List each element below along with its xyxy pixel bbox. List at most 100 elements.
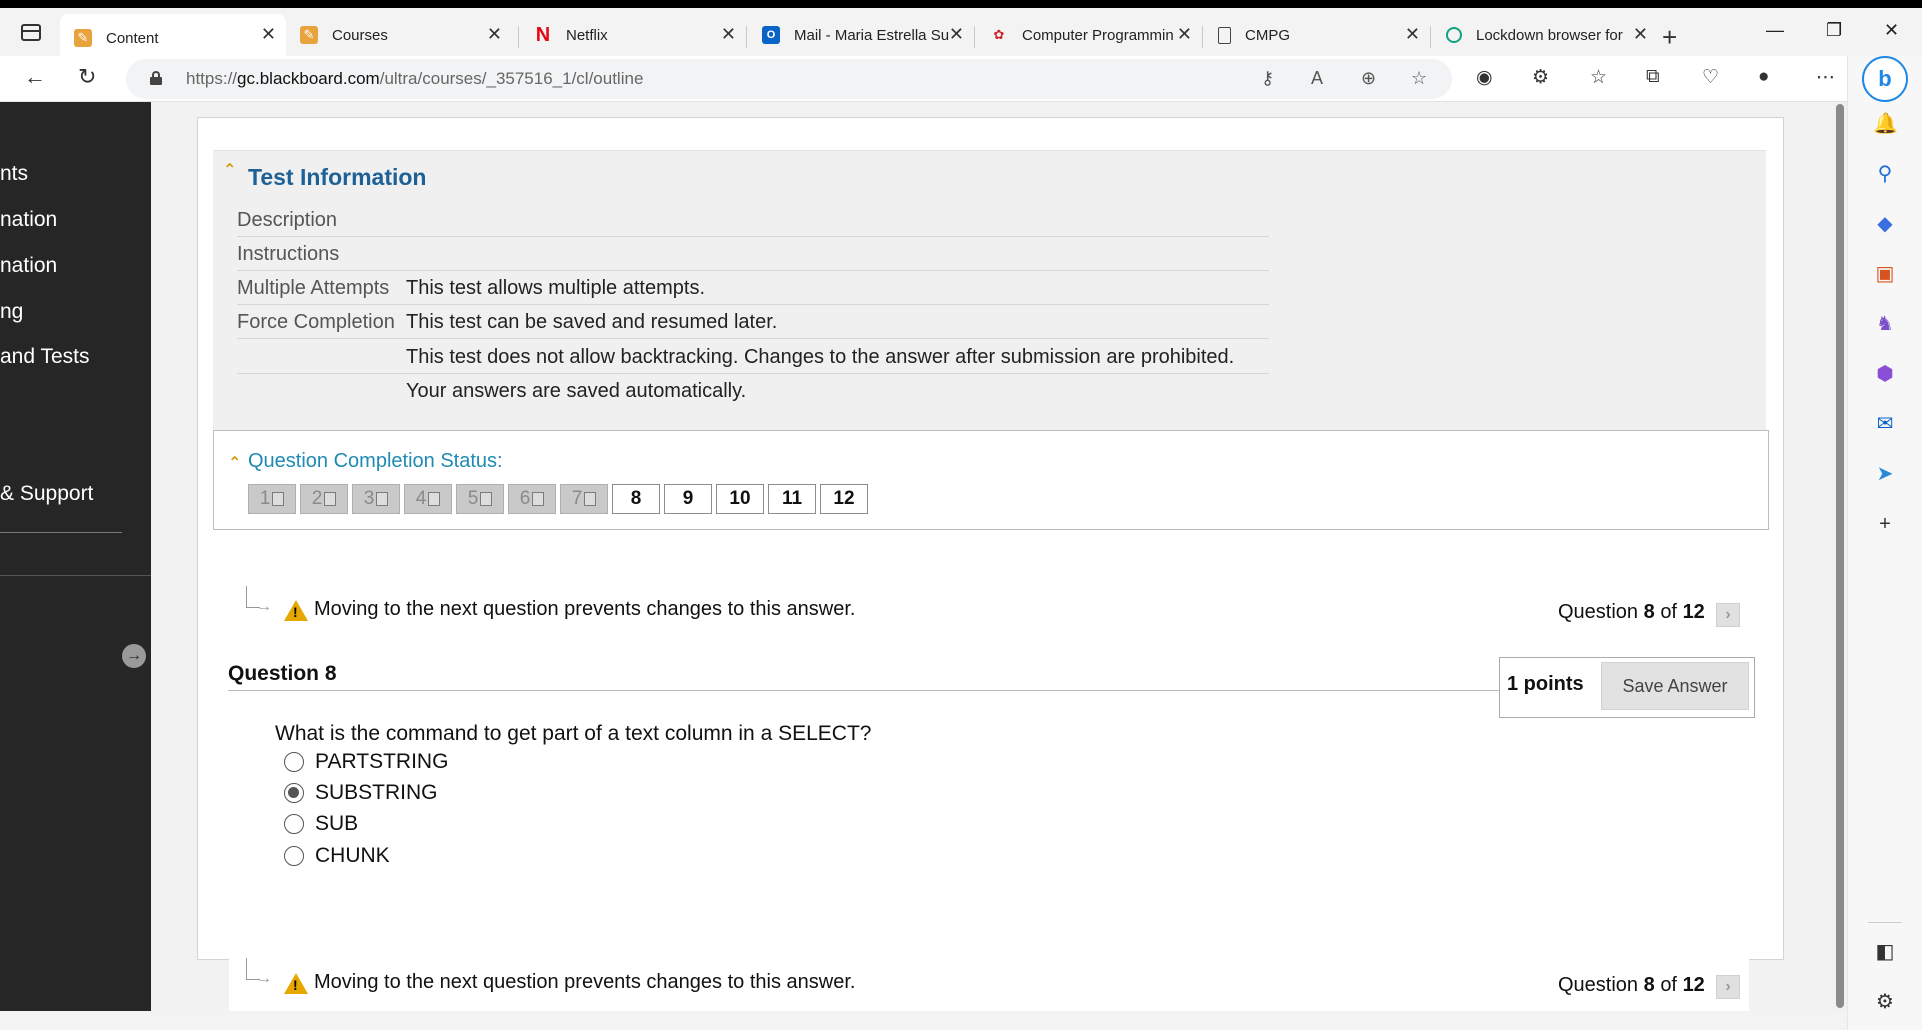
- tab-divider: [518, 26, 519, 48]
- tab-title: Netflix: [566, 26, 608, 44]
- key-icon[interactable]: ⚷: [1261, 68, 1274, 89]
- radio-button[interactable]: [284, 752, 304, 772]
- split-screen-icon[interactable]: ◧: [1873, 940, 1897, 964]
- close-tab-icon[interactable]: ✕: [721, 24, 736, 45]
- favorites-icon[interactable]: ☆: [1590, 66, 1607, 89]
- close-tab-icon[interactable]: ✕: [261, 24, 276, 45]
- notifications-bell-icon[interactable]: 🔔: [1873, 112, 1898, 136]
- tab-computer-programming[interactable]: ✿ Computer Programmin ✕: [976, 14, 1202, 56]
- test-info-row: Instructions: [237, 237, 1269, 271]
- answer-label[interactable]: PARTSTRING: [315, 750, 448, 774]
- page-scrollbar[interactable]: ▼: [1833, 102, 1847, 1025]
- microsoft-365-icon[interactable]: ⬢: [1873, 362, 1897, 386]
- collapse-chevron-icon[interactable]: ⌃: [228, 453, 241, 473]
- question-position: Question 8 of 12: [1558, 974, 1705, 996]
- tab-title: Courses: [332, 26, 388, 44]
- test-info-value: Your answers are saved automatically.: [406, 380, 747, 402]
- zoom-icon[interactable]: ⊕: [1361, 68, 1376, 89]
- question-nav-button-1[interactable]: 1: [248, 484, 296, 514]
- collections-icon[interactable]: ⧉: [1646, 66, 1660, 88]
- radio-button[interactable]: [284, 846, 304, 866]
- question-nav-button-7[interactable]: 7: [560, 484, 608, 514]
- tab-mail[interactable]: O Mail - Maria Estrella Su ✕: [748, 14, 974, 56]
- question-nav-button-11[interactable]: 11: [768, 484, 816, 514]
- next-question-icon[interactable]: ›: [1716, 603, 1740, 627]
- nav-item[interactable]: ng: [0, 300, 23, 324]
- read-aloud-icon[interactable]: A: [1311, 68, 1323, 89]
- tab-content[interactable]: ✎ Content ✕: [60, 14, 286, 62]
- answer-label[interactable]: CHUNK: [315, 844, 390, 868]
- tab-lockdown-browser[interactable]: Lockdown browser for ✕: [1432, 14, 1658, 56]
- close-window-icon[interactable]: ✕: [1884, 20, 1899, 41]
- question-nav-button-10[interactable]: 10: [716, 484, 764, 514]
- nav-item[interactable]: nts: [0, 162, 28, 186]
- course-nav: nts nation nation ng and Tests & Support…: [0, 102, 151, 1011]
- test-info-row: Multiple Attempts This test allows multi…: [237, 271, 1269, 305]
- nav-item-support[interactable]: & Support: [0, 482, 93, 506]
- tab-courses[interactable]: ✎ Courses ✕: [286, 14, 512, 56]
- question-divider: [228, 690, 1501, 691]
- tab-title: Lockdown browser for: [1476, 26, 1623, 44]
- completion-status-title[interactable]: Question Completion Status:: [248, 450, 503, 473]
- close-tab-icon[interactable]: ✕: [1633, 24, 1648, 45]
- search-icon[interactable]: ⚲: [1873, 162, 1897, 186]
- scrollbar-thumb[interactable]: [1836, 104, 1844, 1008]
- question-nav-button-8[interactable]: 8: [612, 484, 660, 514]
- back-icon[interactable]: ←: [24, 64, 46, 90]
- radio-button-selected[interactable]: [284, 783, 304, 803]
- url-text[interactable]: https://gc.blackboard.com/ultra/courses/…: [186, 69, 643, 89]
- question-nav-button-3[interactable]: 3: [352, 484, 400, 514]
- extensions-puzzle-icon[interactable]: ⚙: [1532, 66, 1549, 89]
- question-nav-button-4[interactable]: 4: [404, 484, 452, 514]
- close-tab-icon[interactable]: ✕: [487, 24, 502, 45]
- tab-divider: [1202, 26, 1203, 48]
- add-app-icon[interactable]: +: [1873, 512, 1897, 536]
- answer-label[interactable]: SUBSTRING: [315, 781, 438, 805]
- close-tab-icon[interactable]: ✕: [1177, 24, 1192, 45]
- close-tab-icon[interactable]: ✕: [1405, 24, 1420, 45]
- games-chess-icon[interactable]: ♞: [1873, 312, 1897, 336]
- question-nav-button-9[interactable]: 9: [664, 484, 712, 514]
- drop-send-icon[interactable]: ➤: [1873, 462, 1897, 486]
- refresh-icon[interactable]: ↻: [78, 64, 96, 90]
- address-bar[interactable]: https://gc.blackboard.com/ultra/courses/…: [126, 59, 1452, 99]
- netflix-favicon-icon: N: [535, 23, 551, 46]
- tab-cmpg[interactable]: CMPG ✕: [1204, 14, 1430, 56]
- browser-essentials-icon[interactable]: ♡: [1702, 66, 1719, 89]
- profile-avatar-icon[interactable]: ●: [1758, 66, 1769, 88]
- nav-item-tests[interactable]: and Tests: [0, 345, 90, 369]
- radio-button[interactable]: [284, 814, 304, 834]
- bing-copilot-icon[interactable]: b: [1862, 56, 1908, 102]
- outlook-icon[interactable]: ✉: [1873, 412, 1897, 436]
- favorite-star-icon[interactable]: ☆: [1411, 68, 1427, 89]
- tab-actions-icon[interactable]: [18, 20, 44, 46]
- lock-icon[interactable]: [150, 71, 162, 85]
- minimize-icon[interactable]: —: [1766, 20, 1784, 41]
- tab-title: Content: [106, 29, 159, 47]
- collapse-chevron-icon[interactable]: ⌃: [223, 160, 236, 180]
- test-information-title[interactable]: Test Information: [248, 164, 426, 191]
- question-nav-button-6[interactable]: 6: [508, 484, 556, 514]
- answer-label[interactable]: SUB: [315, 812, 358, 836]
- more-menu-icon[interactable]: ⋯: [1816, 66, 1835, 89]
- save-answer-button[interactable]: Save Answer: [1601, 662, 1749, 710]
- close-tab-icon[interactable]: ✕: [949, 24, 964, 45]
- tools-toolbox-icon[interactable]: ▣: [1873, 262, 1897, 286]
- nav-item[interactable]: nation: [0, 208, 57, 232]
- shopping-tag-icon[interactable]: ◆: [1873, 212, 1897, 236]
- restore-icon[interactable]: ❐: [1826, 20, 1842, 41]
- question-nav-button-12[interactable]: 12: [820, 484, 868, 514]
- extension-color-icon[interactable]: ◉: [1476, 66, 1493, 89]
- expand-nav-icon[interactable]: →: [122, 644, 146, 668]
- question-points: 1 points: [1507, 673, 1584, 695]
- nav-item[interactable]: nation: [0, 254, 57, 278]
- next-question-icon[interactable]: ›: [1716, 975, 1740, 999]
- question-nav-button-2[interactable]: 2: [300, 484, 348, 514]
- test-info-label: Description: [237, 209, 338, 231]
- tab-netflix[interactable]: N Netflix ✕: [520, 14, 746, 56]
- blackboard-favicon-icon: ✎: [300, 26, 318, 44]
- tab-title: CMPG: [1245, 26, 1290, 44]
- question-nav-button-5[interactable]: 5: [456, 484, 504, 514]
- settings-gear-icon[interactable]: ⚙: [1873, 990, 1897, 1014]
- new-tab-icon[interactable]: +: [1662, 22, 1677, 53]
